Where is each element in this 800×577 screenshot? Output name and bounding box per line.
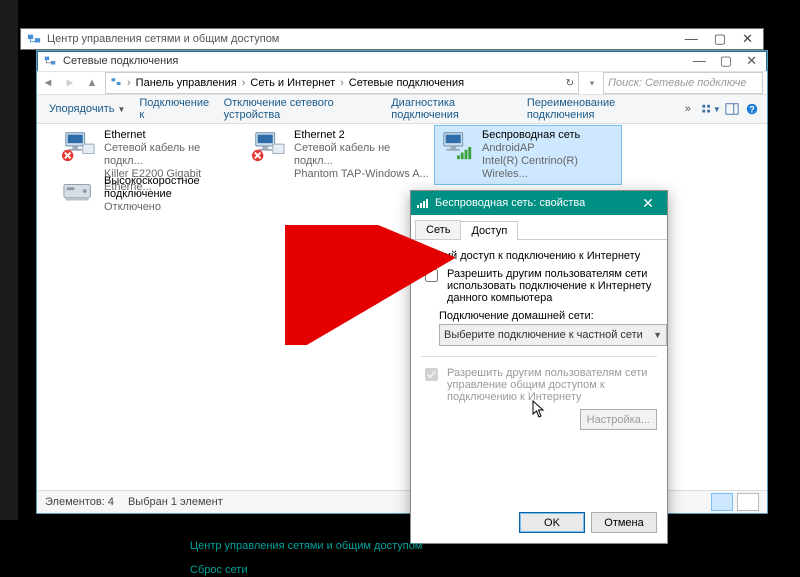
connection-status: Сетевой кабель не подкл... [104, 142, 240, 168]
minimize-icon[interactable]: — [685, 31, 698, 47]
help-icon[interactable]: ? [743, 99, 761, 119]
home-network-value: Выберите подключение к частной сети [444, 329, 643, 341]
breadcrumb[interactable]: › Панель управления › Сеть и Интернет › … [105, 72, 579, 94]
tab-network[interactable]: Сеть [415, 220, 461, 239]
close-icon[interactable]: ✕ [635, 195, 661, 212]
network-center-icon [27, 32, 41, 46]
view-large-icons-button[interactable] [711, 493, 733, 511]
connection-device: Intel(R) Centrino(R) Wireles... [482, 155, 618, 181]
obscured-panel [0, 0, 18, 520]
wifi-icon [438, 129, 476, 163]
connection-status: Сетевой кабель не подкл... [294, 142, 430, 168]
ethernet-icon [60, 129, 98, 163]
allow-sharing-label: Разрешить другим пользователям сети испо… [447, 268, 657, 304]
nav-back-button[interactable]: ◄ [37, 73, 59, 93]
home-network-select[interactable]: Выберите подключение к частной сети ▼ [439, 324, 667, 346]
connection-name: Высокоскоростное подключение [104, 175, 240, 201]
refresh-icon[interactable]: ↻ [566, 78, 574, 89]
breadcrumb-item[interactable]: Панель управления [136, 77, 237, 89]
nav-up-button[interactable]: ▲ [81, 73, 103, 93]
dialog-tabs: Сеть Доступ [411, 217, 667, 240]
search-input[interactable]: Поиск: Сетевые подключе [603, 72, 763, 94]
search-placeholder: Поиск: Сетевые подключе [608, 77, 746, 89]
connection-item-wireless[interactable]: Беспроводная сеть AndroidAP Intel(R) Cen… [435, 126, 621, 184]
connect-to-button[interactable]: Подключение к [133, 94, 215, 124]
dialog-title: Беспроводная сеть: свойства [435, 197, 585, 209]
ok-button[interactable]: OK [519, 512, 585, 533]
minimize-icon[interactable]: — [693, 53, 706, 69]
status-selection: Выбран 1 элемент [128, 496, 223, 508]
settings-links: Центр управления сетями и общим доступом… [190, 540, 422, 576]
close-icon[interactable]: ✕ [746, 53, 757, 69]
dropdown-icon[interactable]: ▾ [581, 73, 603, 93]
dialog-titlebar: Беспроводная сеть: свойства ✕ [411, 191, 667, 215]
status-item-count: Элементов: 4 [45, 496, 114, 508]
connection-name: Ethernet 2 [294, 129, 430, 142]
toolbar-more-button[interactable]: » [679, 100, 697, 118]
allow-control-row: Разрешить другим пользователям сети упра… [421, 367, 657, 403]
network-center-window-titlebar: Центр управления сетями и общим доступом… [20, 28, 764, 50]
connection-status: Отключено [104, 201, 240, 214]
wifi-small-icon [417, 197, 429, 209]
folder-network-icon [43, 54, 57, 68]
tab-access[interactable]: Доступ [460, 221, 518, 240]
toolbar: Упорядочить▼ Подключение к Отключение се… [37, 95, 767, 124]
settings-button: Настройка... [580, 409, 657, 430]
home-network-label: Подключение домашней сети: [439, 310, 657, 322]
allow-sharing-row[interactable]: Разрешить другим пользователям сети испо… [421, 268, 657, 304]
disable-device-button[interactable]: Отключение сетевого устройства [218, 94, 384, 124]
link-network-center[interactable]: Центр управления сетями и общим доступом [190, 540, 422, 552]
rename-button[interactable]: Переименование подключения [521, 94, 677, 124]
diagnose-button[interactable]: Диагностика подключения [385, 94, 519, 124]
connection-item-dialup[interactable]: Высокоскоростное подключение Отключено [57, 172, 243, 217]
breadcrumb-icon [110, 76, 122, 91]
explorer-titlebar: Сетевые подключения — ▢ ✕ [37, 51, 767, 71]
sharing-section-title: Общий доступ к подключению к Интернету [421, 250, 657, 262]
breadcrumb-item[interactable]: Сетевые подключения [349, 77, 464, 89]
maximize-icon[interactable]: ▢ [720, 53, 732, 69]
connection-name: Беспроводная сеть [482, 129, 618, 142]
maximize-icon[interactable]: ▢ [714, 31, 726, 47]
close-icon[interactable]: ✕ [742, 31, 753, 47]
nav-forward-button: ► [59, 73, 81, 93]
allow-control-checkbox [425, 368, 438, 381]
network-center-title: Центр управления сетями и общим доступом [47, 33, 279, 45]
connection-item-ethernet2[interactable]: Ethernet 2 Сетевой кабель не подкл... Ph… [247, 126, 433, 184]
allow-sharing-checkbox[interactable] [425, 269, 438, 282]
connection-device: Phantom TAP-Windows A... [294, 168, 430, 181]
connection-status: AndroidAP [482, 142, 618, 155]
cancel-button[interactable]: Отмена [591, 512, 657, 533]
organize-button[interactable]: Упорядочить▼ [43, 100, 131, 118]
link-network-reset[interactable]: Сброс сети [190, 564, 422, 576]
modem-icon [60, 175, 98, 209]
explorer-title: Сетевые подключения [63, 55, 178, 67]
ethernet-icon [250, 129, 288, 163]
view-dropdown-icon[interactable]: ▼ [701, 99, 721, 119]
chevron-down-icon: ▼ [653, 330, 662, 340]
view-details-button[interactable] [737, 493, 759, 511]
connection-name: Ethernet [104, 129, 240, 142]
svg-text:?: ? [749, 105, 754, 115]
preview-pane-icon[interactable] [723, 99, 741, 119]
properties-dialog: Беспроводная сеть: свойства ✕ Сеть Досту… [410, 190, 668, 544]
breadcrumb-item[interactable]: Сеть и Интернет [250, 77, 335, 89]
allow-control-label: Разрешить другим пользователям сети упра… [447, 367, 657, 403]
address-bar: ◄ ► ▲ › Панель управления › Сеть и Интер… [37, 71, 767, 95]
